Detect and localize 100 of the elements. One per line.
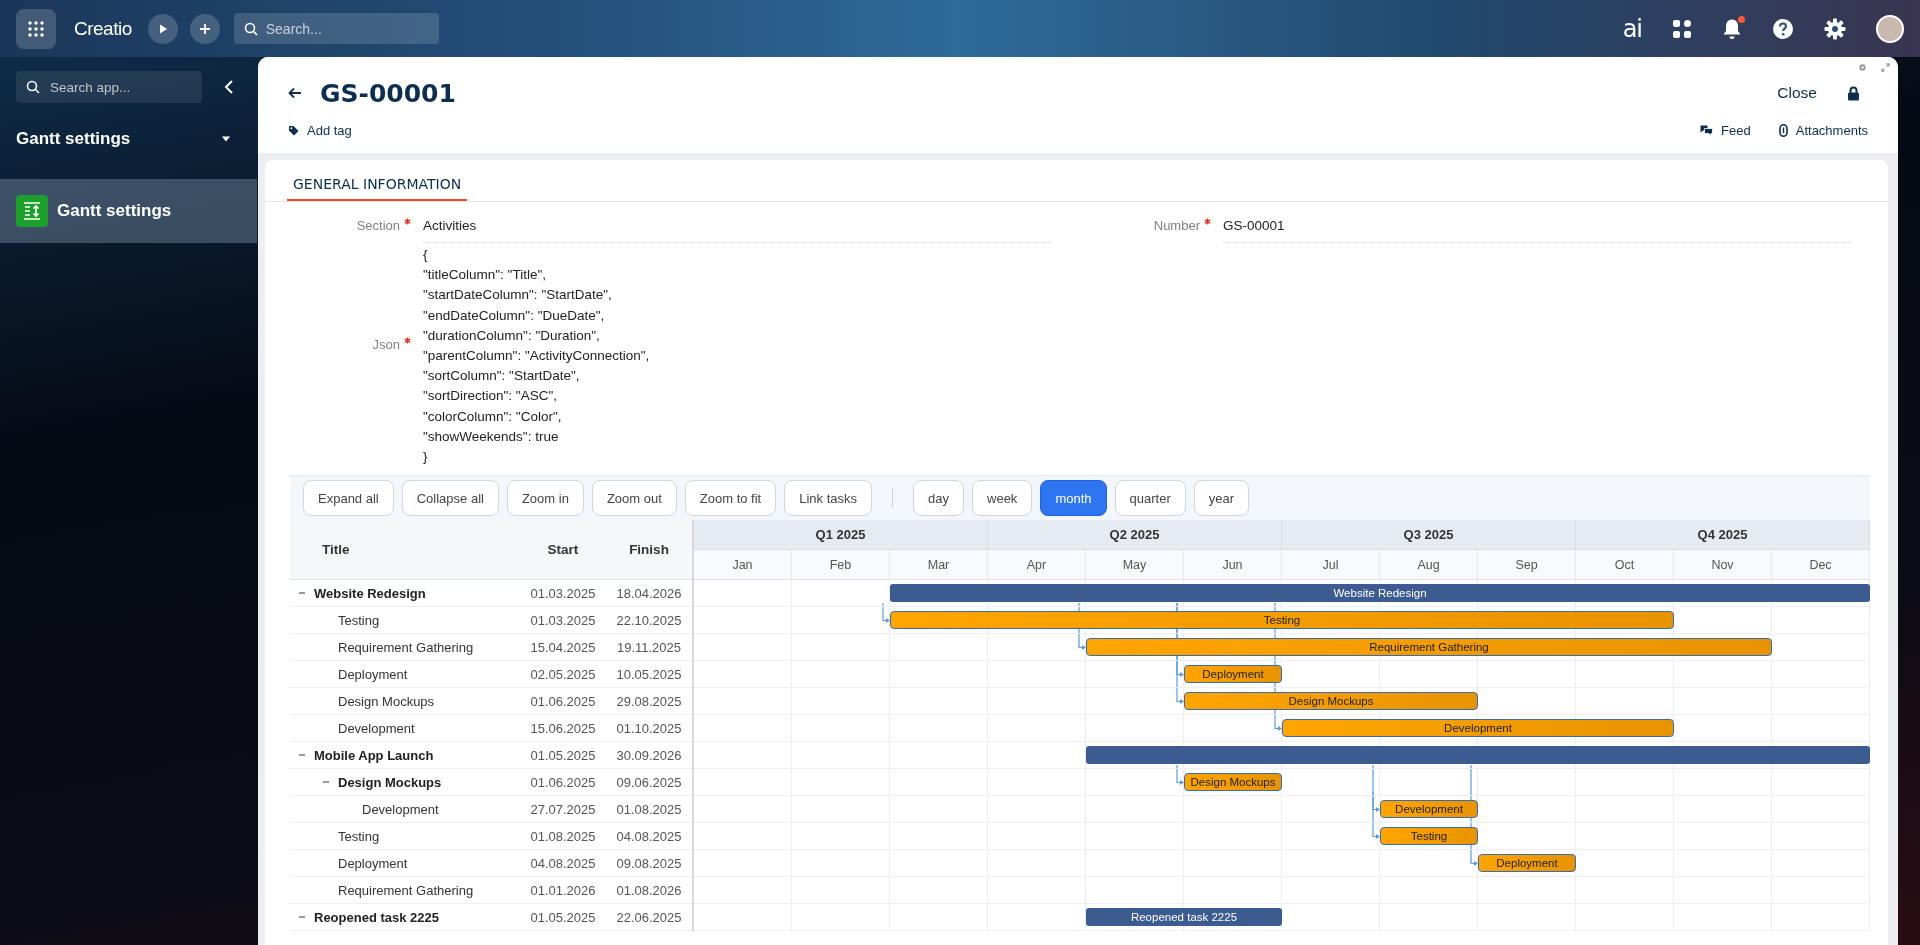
field-label: Number xyxy=(1153,218,1200,233)
task-bar[interactable]: Requirement Gathering xyxy=(1086,638,1772,657)
finish-date: 09.06.2025 xyxy=(615,774,683,790)
help-icon[interactable] xyxy=(1772,17,1794,40)
user-avatar[interactable] xyxy=(1876,14,1904,43)
close-button[interactable]: Close xyxy=(1777,84,1817,102)
field-value[interactable]: Activities xyxy=(423,212,1051,243)
section-title: Gantt settings xyxy=(16,129,131,149)
plus-icon xyxy=(198,22,211,35)
summary-bar[interactable]: Reopened task 2225 xyxy=(1086,908,1282,927)
connector-arrow xyxy=(1176,764,1184,786)
finish-date: 10.05.2025 xyxy=(615,666,683,682)
tab[interactable]: GENERAL INFORMATION xyxy=(287,176,468,201)
month-header: May xyxy=(1086,550,1184,580)
task-bar[interactable]: Deployment xyxy=(1478,854,1576,873)
finish-date: 22.06.2025 xyxy=(615,909,683,925)
quarter-header: Q1 2025 xyxy=(694,520,988,550)
run-process-button[interactable] xyxy=(147,13,178,44)
task-title[interactable]: Deployment xyxy=(338,855,408,871)
finish-date: 01.08.2026 xyxy=(615,882,683,898)
finish-date: 09.08.2025 xyxy=(615,855,683,871)
list-icon xyxy=(16,195,48,227)
task-bar[interactable]: Design Mockups xyxy=(1184,692,1478,711)
column-header: Start xyxy=(546,542,580,558)
column-header: Title xyxy=(321,542,351,558)
column-header: Finish xyxy=(628,542,670,558)
apps-icon[interactable] xyxy=(1672,18,1692,39)
field-label: Json xyxy=(372,337,400,352)
toolbar-button[interactable]: Zoom out xyxy=(591,480,677,517)
record-title: GS-00001 xyxy=(320,78,456,108)
month-header: Jun xyxy=(1184,550,1282,580)
task-title[interactable]: Testing xyxy=(338,828,380,844)
task-bar[interactable]: Development xyxy=(1282,719,1674,738)
toolbar-button[interactable]: Collapse all xyxy=(401,480,499,517)
task-title[interactable]: Design Mockups xyxy=(338,774,442,790)
start-date: 15.06.2025 xyxy=(529,720,597,736)
search-icon xyxy=(243,21,258,36)
attachments-button[interactable]: Attachments xyxy=(1778,122,1868,138)
month-header: Apr xyxy=(988,550,1086,580)
task-title[interactable]: Mobile App Launch xyxy=(314,747,434,763)
tag-icon xyxy=(288,124,299,136)
task-title[interactable]: Development xyxy=(338,720,415,736)
add-button[interactable] xyxy=(189,13,220,44)
field-value[interactable]: GS-00001 xyxy=(1223,212,1851,243)
expand-icon[interactable] xyxy=(1881,63,1890,72)
finish-date: 01.08.2025 xyxy=(615,801,683,817)
collapse-icon[interactable] xyxy=(224,80,234,94)
start-date: 01.03.2025 xyxy=(529,585,597,601)
task-bar[interactable]: Development xyxy=(1380,800,1478,819)
back-arrow-icon[interactable] xyxy=(288,87,302,99)
quarter-header: Q4 2025 xyxy=(1576,520,1870,550)
task-bar[interactable]: Testing xyxy=(890,611,1674,630)
finish-date: 04.08.2025 xyxy=(615,828,683,844)
month-header: Jul xyxy=(1282,550,1380,580)
task-title[interactable]: Website Redesign xyxy=(314,585,426,601)
sidebar-item[interactable]: Gantt settings xyxy=(0,179,257,243)
task-bar[interactable]: Deployment xyxy=(1184,665,1282,684)
connector-arrow xyxy=(882,602,890,624)
task-title[interactable]: Development xyxy=(362,801,439,817)
notifications-icon[interactable] xyxy=(1722,17,1742,40)
month-header: Mar xyxy=(890,550,988,580)
task-title[interactable]: Design Mockups xyxy=(338,693,435,709)
task-title[interactable]: Requirement Gathering xyxy=(338,639,474,655)
app-launcher-button[interactable] xyxy=(16,8,56,49)
scale-button[interactable]: quarter xyxy=(1114,480,1186,517)
finish-date: 19.11.2025 xyxy=(615,639,683,655)
task-title[interactable]: Reopened task 2225 xyxy=(314,909,439,925)
scale-button[interactable]: year xyxy=(1193,480,1249,517)
start-date: 01.01.2026 xyxy=(529,882,597,898)
grid-icon xyxy=(27,19,45,38)
task-bar[interactable]: Testing xyxy=(1380,827,1478,846)
task-title[interactable]: Requirement Gathering xyxy=(338,882,474,898)
month-header: Aug xyxy=(1380,550,1478,580)
finish-date: 01.10.2025 xyxy=(615,720,683,736)
field-value[interactable]: { "titleColumn": "Title", "startDateColumn": "StartDate", "endDateColumn": "DueDate", "durationColumn": "Duration", "parentColumn": "ActivityConnection", "sortColumn": "StartDate", "sortDirection": "ASC", "colorColumn": "Color", "showWeekends": true } xyxy=(423,243,1051,476)
add-tag-button[interactable]: Add tag xyxy=(288,122,352,138)
lock-icon[interactable] xyxy=(1847,85,1860,101)
scale-button[interactable]: day xyxy=(913,480,964,517)
month-header: Jan xyxy=(694,550,792,580)
scale-button[interactable]: month xyxy=(1040,480,1107,517)
month-header: Dec xyxy=(1772,550,1870,580)
start-date: 02.05.2025 xyxy=(529,666,597,682)
toolbar-button[interactable]: Zoom to fit xyxy=(684,480,777,517)
feed-button[interactable]: Feed xyxy=(1700,122,1751,138)
settings-icon[interactable] xyxy=(1824,17,1846,40)
summary-bar[interactable] xyxy=(1086,746,1870,765)
month-header: Oct xyxy=(1576,550,1674,580)
start-date: 27.07.2025 xyxy=(529,801,597,817)
toolbar-button[interactable]: Link tasks xyxy=(784,480,873,517)
task-title[interactable]: Testing xyxy=(338,612,380,628)
start-date: 01.06.2025 xyxy=(529,774,597,790)
summary-bar[interactable]: Website Redesign xyxy=(890,584,1870,603)
task-title[interactable]: Deployment xyxy=(338,666,408,682)
finish-date: 18.04.2026 xyxy=(615,585,683,601)
scale-button[interactable]: week xyxy=(972,480,1033,517)
task-bar[interactable]: Design Mockups xyxy=(1184,773,1282,792)
caret-icon[interactable] xyxy=(221,136,231,142)
toolbar-button[interactable]: Zoom in xyxy=(506,480,584,517)
ai-logo[interactable]: ai xyxy=(1622,14,1642,43)
toolbar-button[interactable]: Expand all xyxy=(303,480,394,517)
